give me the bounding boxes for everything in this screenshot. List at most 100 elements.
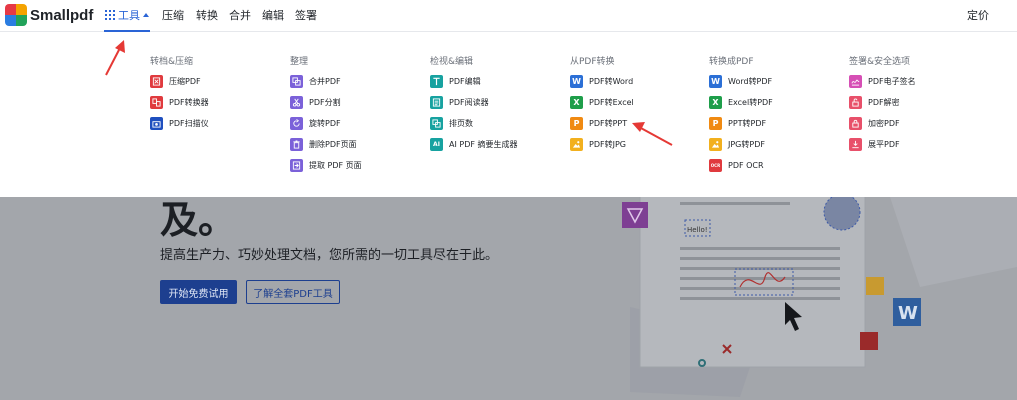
explore-tools-button[interactable]: 了解全套PDF工具 [246, 280, 340, 304]
nav-link-compress[interactable]: 压缩 [162, 0, 184, 32]
menu-item[interactable]: PDF阅读器 [430, 92, 518, 113]
merge-icon [290, 75, 303, 88]
menu-item-label: PDF OCR [728, 161, 764, 170]
brand-name: Smallpdf [30, 6, 94, 24]
caret-up-icon [143, 13, 149, 17]
menu-item[interactable]: P PDF转PPT [570, 113, 634, 134]
menu-column: 从PDF转换 W PDF转Word X PDF转Excel P PDF转PPT PDF转JPG [570, 55, 634, 155]
menu-item-label: Word转PDF [728, 77, 773, 86]
menu-item-label: PDF编辑 [449, 77, 481, 86]
excel-icon: X [709, 96, 722, 109]
menu-item-label: 合并PDF [309, 77, 341, 86]
nav-link-pricing[interactable]: 定价 [967, 0, 989, 32]
menu-item[interactable]: PDF扫描仪 [150, 113, 209, 134]
menu-item[interactable]: 旋转PDF [290, 113, 362, 134]
menu-item[interactable]: 删除PDF页面 [290, 134, 362, 155]
menu-column: 检视&编辑 PDF编辑 PDF阅读器 排页数 AI AI PDF 摘要生成器 [430, 55, 518, 155]
nav-link-sign[interactable]: 签署 [295, 0, 317, 32]
menu-item-label: 压缩PDF [169, 77, 201, 86]
menu-item[interactable]: 加密PDF [849, 113, 916, 134]
menu-item[interactable]: JPG转PDF [709, 134, 773, 155]
menu-column: 签署&安全选项 PDF电子签名 PDF解密 加密PDF 展平PDF [849, 55, 916, 155]
scissors-icon [290, 96, 303, 109]
logo-mark-icon [5, 4, 27, 26]
menu-item-label: PDF解密 [868, 98, 900, 107]
hero-title: 及。 [160, 198, 237, 242]
excel-icon: X [570, 96, 583, 109]
menu-column-heading: 整理 [290, 57, 309, 67]
rotate-icon [290, 117, 303, 130]
menu-column-heading: 检视&编辑 [430, 57, 474, 67]
menu-item[interactable]: PDF电子签名 [849, 71, 916, 92]
menu-item[interactable]: P PPT转PDF [709, 113, 773, 134]
menu-item[interactable]: X PDF转Excel [570, 92, 634, 113]
menu-item-label: PDF转PPT [589, 119, 628, 128]
menu-column: 转换成PDF W Word转PDF X Excel转PDF P PPT转PDF JPG转PDF… [709, 55, 773, 176]
signature-icon [849, 75, 862, 88]
menu-column-heading: 转档&压缩 [150, 57, 194, 67]
menu-item[interactable]: X Excel转PDF [709, 92, 773, 113]
menu-item-label: PDF转JPG [589, 140, 626, 149]
compress-icon [150, 75, 163, 88]
menu-item-label: 加密PDF [868, 119, 900, 128]
flatten-icon [849, 138, 862, 151]
menu-item[interactable]: W Word转PDF [709, 71, 773, 92]
page-number-icon [430, 117, 443, 130]
menu-item[interactable]: PDF解密 [849, 92, 916, 113]
menu-item[interactable]: W PDF转Word [570, 71, 634, 92]
nav-link-merge[interactable]: 合并 [229, 0, 251, 32]
menu-item-label: 删除PDF页面 [309, 140, 357, 149]
menu-item[interactable]: 展平PDF [849, 134, 916, 155]
word-icon: W [709, 75, 722, 88]
converter-icon [150, 96, 163, 109]
image-icon [709, 138, 722, 151]
ppt-icon: P [570, 117, 583, 130]
nav-link-convert[interactable]: 转换 [196, 0, 218, 32]
menu-item-label: PDF扫描仪 [169, 119, 209, 128]
extract-pages-icon [290, 159, 303, 172]
word-badge-icon: W [898, 303, 918, 324]
menu-item-label: PDF转Word [589, 77, 634, 86]
menu-item[interactable]: PDF分割 [290, 92, 362, 113]
tools-dropdown-menu: 转档&压缩压缩PDF PDF转换器 PDF扫描仪 整理合并PDF PDF分割旋转PDF 删… [0, 33, 1017, 197]
menu-item-label: PDF阅读器 [449, 98, 489, 107]
top-navigation: Smallpdf 工具 压缩 转换 合并 编辑 签署 定价 [0, 0, 1017, 32]
lock-icon [849, 117, 862, 130]
ppt-icon: P [709, 117, 722, 130]
menu-item-label: PDF转Excel [589, 98, 634, 107]
menu-item[interactable]: 排页数 [430, 113, 518, 134]
hero-section: 及。 提高生产力、巧妙处理文档，您所需的一切工具尽在于此。 开始免费试用 了解全… [0, 197, 1017, 400]
nav-tools-menu[interactable]: 工具 [104, 0, 150, 32]
menu-column-heading: 从PDF转换 [570, 57, 615, 67]
hello-annotation: Hello! [687, 226, 708, 234]
camera-icon [150, 117, 163, 130]
menu-item-label: 展平PDF [868, 140, 900, 149]
image-icon [570, 138, 583, 151]
menu-item-label: PPT转PDF [728, 119, 767, 128]
start-free-trial-button[interactable]: 开始免费试用 [160, 280, 237, 304]
ocr-icon: OCR [709, 159, 722, 172]
menu-item[interactable]: PDF转JPG [570, 134, 634, 155]
hero-illustration: Hello! W [622, 197, 1017, 397]
menu-item-label: 提取 PDF 页面 [309, 161, 362, 170]
menu-item[interactable]: 提取 PDF 页面 [290, 155, 362, 176]
menu-item[interactable]: AI AI PDF 摘要生成器 [430, 134, 518, 155]
nav-tools-label: 工具 [118, 9, 140, 22]
smallpdf-logo[interactable]: Smallpdf [5, 4, 93, 26]
menu-item-label: 旋转PDF [309, 119, 341, 128]
menu-item[interactable]: PDF转换器 [150, 92, 209, 113]
nav-link-edit[interactable]: 编辑 [262, 0, 284, 32]
menu-item[interactable]: 合并PDF [290, 71, 362, 92]
menu-item[interactable]: 压缩PDF [150, 71, 209, 92]
menu-column: 整理合并PDF PDF分割旋转PDF 删除PDF页面 提取 PDF 页面 [290, 55, 362, 176]
grid-icon [105, 10, 115, 20]
menu-item-label: AI PDF 摘要生成器 [449, 140, 518, 149]
menu-item[interactable]: PDF编辑 [430, 71, 518, 92]
menu-item-label: 排页数 [449, 119, 473, 128]
menu-item[interactable]: OCR PDF OCR [709, 155, 773, 176]
hero-subtitle: 提高生产力、巧妙处理文档，您所需的一切工具尽在于此。 [160, 248, 499, 263]
menu-item-label: PDF电子签名 [868, 77, 916, 86]
reader-icon [430, 96, 443, 109]
delete-pages-icon [290, 138, 303, 151]
ai-icon: AI [430, 138, 443, 151]
